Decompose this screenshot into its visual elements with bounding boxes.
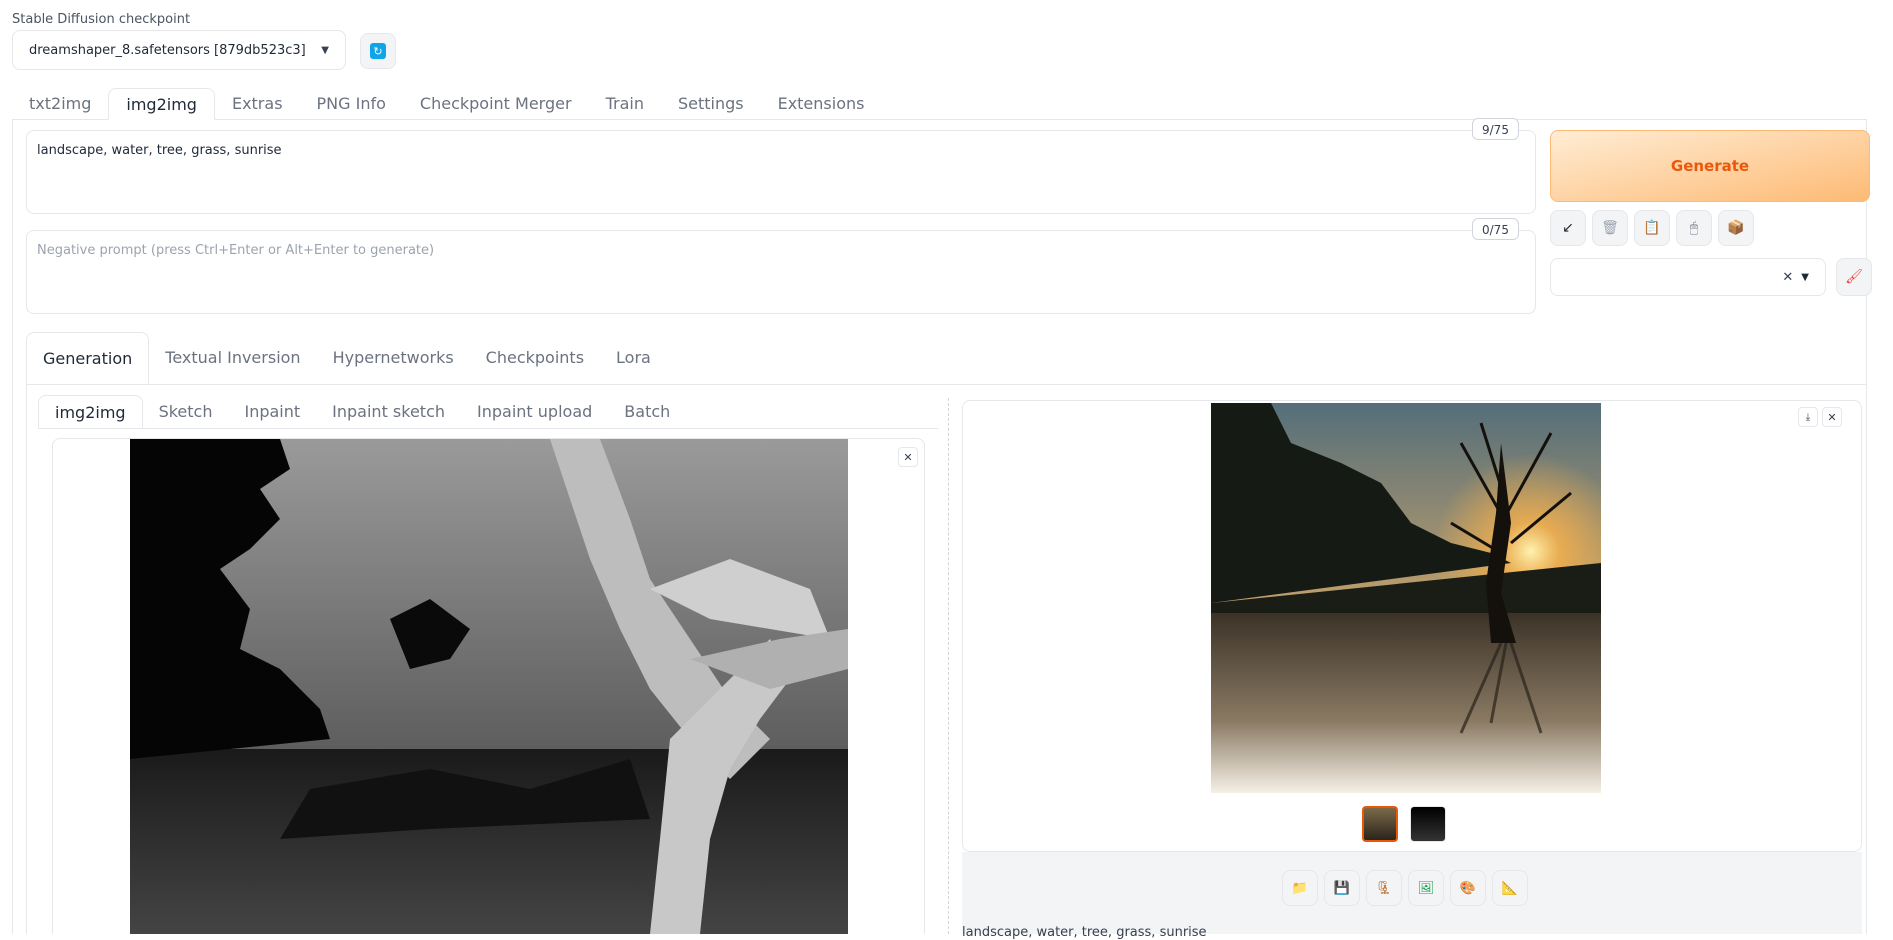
trash-icon: 🗑 xyxy=(1601,220,1619,236)
chevron-down-icon: ▼ xyxy=(321,44,329,56)
close-icon: ✕ xyxy=(1827,410,1837,424)
zip-button[interactable]: 🗜 xyxy=(1366,870,1402,906)
clear-prompt-button[interactable]: 🗑 xyxy=(1592,210,1628,246)
read-params-button[interactable]: ↙ xyxy=(1550,210,1586,246)
download-button[interactable]: ⤓ xyxy=(1798,407,1818,427)
prompt-input[interactable]: landscape, water, tree, grass, sunrise xyxy=(26,130,1536,214)
save-button[interactable]: 💾 xyxy=(1324,870,1360,906)
tab-png-info[interactable]: PNG Info xyxy=(300,88,403,120)
clipboard-icon: 📋 xyxy=(1643,220,1661,236)
tab-train[interactable]: Train xyxy=(589,88,661,120)
tab-checkpoints[interactable]: Checkpoints xyxy=(470,332,600,384)
edit-styles-button[interactable]: 🖌 xyxy=(1836,258,1872,296)
output-image[interactable] xyxy=(1211,403,1601,793)
tab-inpaint[interactable]: Inpaint xyxy=(228,395,316,428)
img-tabs: img2img Sketch Inpaint Inpaint sketch In… xyxy=(38,395,686,428)
tab-hypernetworks[interactable]: Hypernetworks xyxy=(317,332,470,384)
brush-icon: 🖌 xyxy=(1845,269,1863,285)
send-to-inpaint-button[interactable]: 🎨 xyxy=(1450,870,1486,906)
remove-input-image-button[interactable]: ✕ xyxy=(898,447,918,467)
folder-icon: 📁 xyxy=(1291,880,1309,896)
arrow-icon: ↙ xyxy=(1562,220,1574,236)
sub-tabs: Generation Textual Inversion Hypernetwor… xyxy=(26,332,667,384)
tab-inpaint-upload[interactable]: Inpaint upload xyxy=(461,395,608,428)
checkpoint-value: dreamshaper_8.safetensors [879db523c3] xyxy=(29,42,306,58)
main-tabs: txt2img img2img Extras PNG Info Checkpoi… xyxy=(12,88,881,120)
clear-icon[interactable]: ✕ xyxy=(1782,270,1793,285)
tab-img2img-input[interactable]: img2img xyxy=(38,395,143,428)
prompt-token-counter: 9/75 xyxy=(1472,118,1519,140)
negative-prompt-input[interactable]: Negative prompt (press Ctrl+Enter or Alt… xyxy=(26,230,1536,314)
negative-token-counter: 0/75 xyxy=(1472,218,1519,240)
tab-batch[interactable]: Batch xyxy=(608,395,686,428)
tab-generation[interactable]: Generation xyxy=(26,332,150,384)
checkpoint-dropdown[interactable]: dreamshaper_8.safetensors [879db523c3] ▼ xyxy=(12,30,346,70)
styles-dropdown[interactable]: ✕ ▼ xyxy=(1550,258,1826,296)
tab-settings[interactable]: Settings xyxy=(661,88,761,120)
img-tabs-divider xyxy=(38,428,938,429)
paste-button[interactable]: 📋 xyxy=(1634,210,1670,246)
save-icon: 💾 xyxy=(1333,880,1351,896)
send-to-img2img-button[interactable]: 🖼 xyxy=(1408,870,1444,906)
extra-networks-button[interactable]: 🖱 xyxy=(1676,210,1712,246)
refresh-icon: ↻ xyxy=(370,43,386,59)
tab-txt2img[interactable]: txt2img xyxy=(12,88,108,120)
close-gallery-button[interactable]: ✕ xyxy=(1822,407,1842,427)
open-folder-button[interactable]: 📁 xyxy=(1282,870,1318,906)
image-icon: 🖼 xyxy=(1417,880,1435,896)
gallery-thumbnail-2[interactable] xyxy=(1410,806,1446,842)
clip-icon: 🖱 xyxy=(1689,220,1699,236)
close-icon: ✕ xyxy=(903,450,913,464)
input-image[interactable] xyxy=(130,439,848,934)
palette-icon: 🎨 xyxy=(1459,880,1477,896)
tab-extensions[interactable]: Extensions xyxy=(761,88,882,120)
tab-textual-inversion[interactable]: Textual Inversion xyxy=(149,332,316,384)
gallery-thumbnail-1[interactable] xyxy=(1362,806,1398,842)
tab-extras[interactable]: Extras xyxy=(215,88,300,120)
package-icon: 📦 xyxy=(1727,220,1745,236)
refresh-checkpoint-button[interactable]: ↻ xyxy=(360,33,396,69)
chevron-down-icon: ▼ xyxy=(1801,271,1809,283)
tab-sketch[interactable]: Sketch xyxy=(143,395,229,428)
ruler-icon: 📐 xyxy=(1501,880,1519,896)
tab-lora[interactable]: Lora xyxy=(600,332,667,384)
apply-styles-button[interactable]: 📦 xyxy=(1718,210,1754,246)
generate-button[interactable]: Generate xyxy=(1550,130,1870,202)
download-icon: ⤓ xyxy=(1805,411,1811,423)
tab-inpaint-sketch[interactable]: Inpaint sketch xyxy=(316,395,461,428)
send-to-extras-button[interactable]: 📐 xyxy=(1492,870,1528,906)
zip-icon: 🗜 xyxy=(1375,880,1393,896)
column-divider xyxy=(948,398,949,934)
tab-img2img[interactable]: img2img xyxy=(108,88,215,120)
tab-checkpoint-merger[interactable]: Checkpoint Merger xyxy=(403,88,589,120)
generation-info: landscape, water, tree, grass, sunrise xyxy=(962,925,1207,940)
checkpoint-label: Stable Diffusion checkpoint xyxy=(12,12,191,27)
